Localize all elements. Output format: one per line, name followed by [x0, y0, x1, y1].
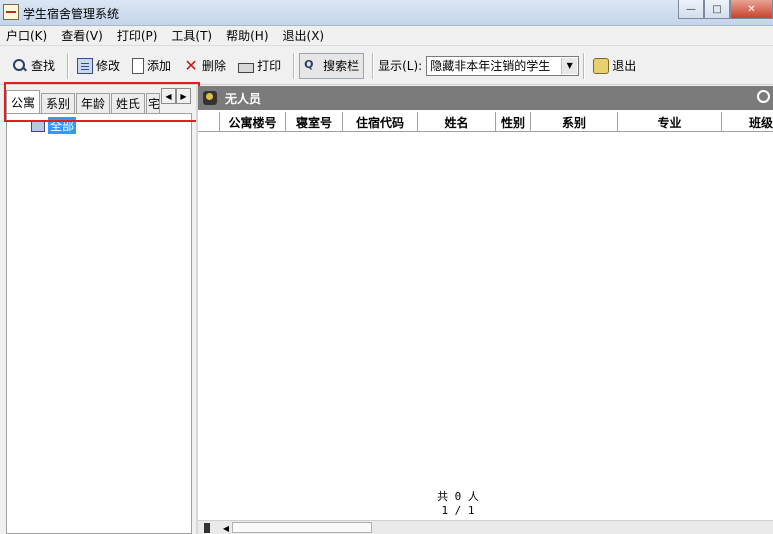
menu-item-view[interactable]: 查看(V) — [61, 27, 103, 44]
display-filter-value: 隐藏非本年注销的学生 — [430, 59, 551, 73]
menu-bar: 户口(K) 查看(V) 打印(P) 工具(T) 帮助(H) 退出(X) — [0, 26, 773, 46]
exit-label: 退出 — [612, 59, 637, 73]
delete-label: 删除 — [202, 59, 227, 73]
title-bar: 学生宿舍管理系统 — □ ✕ — [0, 0, 773, 26]
tree-node-all[interactable]: 全部 — [31, 117, 77, 134]
column-header-code[interactable]: 住宿代码 — [343, 112, 418, 132]
grid-header: 公寓楼号 寝室号 住宿代码 姓名 性别 系别 专业 班级 — [198, 112, 773, 132]
add-icon — [132, 57, 145, 74]
tab-more[interactable]: 宅 — [146, 93, 161, 113]
print-icon — [238, 62, 255, 73]
tab-surname[interactable]: 姓氏 — [111, 93, 146, 113]
edit-button[interactable]: 修改 — [73, 53, 124, 79]
exit-icon — [593, 57, 610, 74]
search-icon[interactable] — [757, 90, 771, 104]
window-controls: — □ ✕ — [678, 0, 773, 19]
panel-header: 无人员 — [198, 86, 773, 110]
people-icon — [203, 91, 217, 105]
window-title: 学生宿舍管理系统 — [23, 7, 120, 21]
app-icon — [3, 4, 19, 20]
print-button[interactable]: 打印 — [234, 53, 285, 79]
close-button[interactable]: ✕ — [730, 0, 773, 19]
find-button[interactable]: 查找 — [8, 53, 59, 79]
right-panel: 无人员 公寓楼号 寝室号 住宿代码 姓名 性别 系别 专业 班级 共 0 人 1… — [198, 86, 773, 534]
menu-item-exit[interactable]: 退出(X) — [283, 27, 325, 44]
display-filter-select[interactable]: 隐藏非本年注销的学生 ▼ — [426, 55, 580, 76]
horizontal-scrollbar[interactable]: ◀ — [198, 520, 773, 534]
tab-apartment[interactable]: 公寓 — [6, 90, 41, 113]
tab-scroll-left-icon[interactable]: ◀ — [161, 88, 176, 104]
find-label: 查找 — [31, 59, 56, 73]
maximize-button[interactable]: □ — [704, 0, 730, 19]
column-header-room[interactable]: 寝室号 — [286, 112, 343, 132]
page-indicator: 1 / 1 — [441, 504, 475, 517]
delete-button[interactable]: ✕ 删除 — [179, 53, 230, 79]
scroll-marker-icon — [204, 523, 210, 533]
toolbar-separator — [372, 52, 375, 79]
column-header-building[interactable]: 公寓楼号 — [220, 112, 286, 132]
delete-icon: ✕ — [184, 55, 198, 75]
toolbar-separator — [67, 52, 70, 79]
add-button[interactable]: 添加 — [128, 53, 175, 79]
toolbar-separator — [583, 52, 586, 79]
add-label: 添加 — [147, 59, 172, 73]
column-header-gender[interactable]: 性别 — [496, 112, 531, 132]
row-indicator-header — [198, 112, 220, 132]
menu-item-help[interactable]: 帮助(H) — [226, 27, 268, 44]
minimize-button[interactable]: — — [678, 0, 704, 19]
toolbar: 查找 修改 添加 ✕ 删除 打印 Q 搜索栏 显示(L): 隐藏非本年注销的学生… — [0, 47, 773, 85]
tab-department[interactable]: 系别 — [41, 93, 76, 113]
display-label: 显示(L): — [378, 59, 423, 73]
edit-label: 修改 — [96, 59, 121, 73]
column-header-name[interactable]: 姓名 — [418, 112, 496, 132]
search-bar-icon: Q — [304, 57, 314, 71]
search-bar-toggle[interactable]: Q 搜索栏 — [299, 52, 365, 79]
category-tree: 全部 — [6, 113, 192, 534]
column-header-class[interactable]: 班级 — [722, 112, 773, 132]
column-header-department[interactable]: 系别 — [531, 112, 618, 132]
scrollbar-thumb[interactable] — [232, 522, 372, 533]
menu-item-account[interactable]: 户口(K) — [6, 27, 47, 44]
print-label: 打印 — [257, 59, 282, 73]
tree-node-label: 全部 — [48, 117, 77, 134]
search-icon — [12, 58, 28, 74]
search-bar-label: 搜索栏 — [323, 59, 360, 73]
left-panel: 公寓 系别 年龄 姓氏 宅 ◀ ▶ 全部 — [0, 82, 200, 534]
menu-item-tools[interactable]: 工具(T) — [171, 27, 212, 44]
tab-age[interactable]: 年龄 — [76, 93, 111, 113]
folder-tree-icon — [31, 119, 45, 132]
total-count: 共 0 人 — [437, 490, 479, 503]
scroll-left-icon[interactable]: ◀ — [220, 522, 232, 534]
column-header-major[interactable]: 专业 — [618, 112, 722, 132]
chevron-down-icon[interactable]: ▼ — [561, 57, 578, 74]
tab-scroll-controls: ◀ ▶ — [161, 88, 191, 104]
edit-icon — [77, 57, 94, 74]
toolbar-separator — [293, 52, 296, 79]
exit-button[interactable]: 退出 — [589, 53, 640, 79]
menu-item-print[interactable]: 打印(P) — [117, 27, 158, 44]
tab-scroll-right-icon[interactable]: ▶ — [176, 88, 191, 104]
panel-title: 无人员 — [225, 91, 262, 106]
